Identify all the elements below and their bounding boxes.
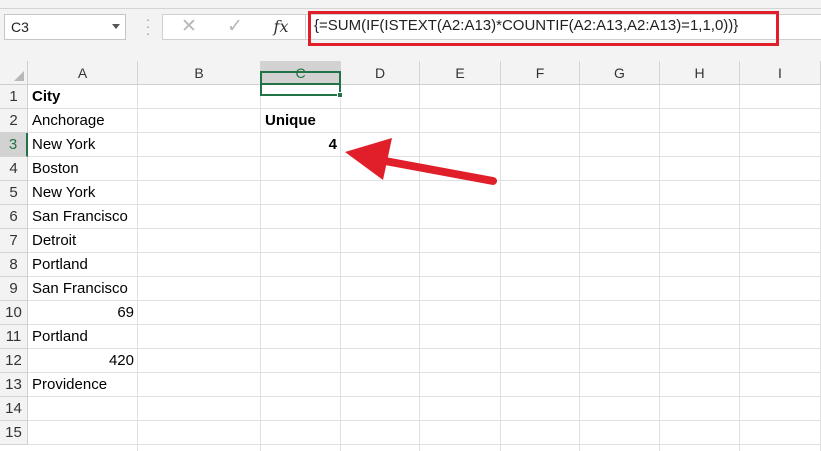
gridline-horizontal [28, 372, 821, 373]
cell-a1[interactable]: City [28, 85, 138, 109]
row-header-10[interactable]: 10 [0, 301, 28, 325]
spreadsheet-grid[interactable]: A B C D E F G H I 1 2 3 4 5 6 7 8 9 10 11 12 13 14 15 City Anchor… [0, 61, 821, 451]
cell-a9[interactable]: San Francisco [28, 277, 168, 301]
row-header-5[interactable]: 5 [0, 181, 28, 205]
name-box-value: C3 [11, 19, 29, 35]
cell-a7[interactable]: Detroit [28, 229, 138, 253]
cancel-icon[interactable]: ✕ [169, 15, 209, 39]
cell-c3[interactable]: 4 [261, 133, 341, 157]
chevron-down-icon[interactable] [112, 24, 120, 29]
row-header-4[interactable]: 4 [0, 157, 28, 181]
row-header-15[interactable]: 15 [0, 421, 28, 445]
formula-buttons: ✕ ✓ fx [162, 14, 306, 40]
resize-handle-icon[interactable]: · · · [145, 12, 151, 40]
ribbon-edge [0, 0, 821, 9]
cell-a10[interactable]: 69 [28, 301, 138, 325]
column-header-g[interactable]: G [580, 61, 660, 85]
select-all-icon [14, 71, 24, 81]
row-header-1[interactable]: 1 [0, 85, 28, 109]
row-header-12[interactable]: 12 [0, 349, 28, 373]
fill-handle[interactable] [337, 92, 343, 98]
row-header-9[interactable]: 9 [0, 277, 28, 301]
cell-a6[interactable]: San Francisco [28, 205, 168, 229]
cell-a5[interactable]: New York [28, 181, 138, 205]
gridline-horizontal [28, 132, 821, 133]
gridline-horizontal [28, 324, 821, 325]
cell-a4[interactable]: Boston [28, 157, 138, 181]
gridline-horizontal [28, 444, 821, 445]
cell-a13[interactable]: Providence [28, 373, 138, 397]
column-header-a[interactable]: A [28, 61, 138, 85]
column-header-h[interactable]: H [660, 61, 740, 85]
row-header-8[interactable]: 8 [0, 253, 28, 277]
column-header-f[interactable]: F [501, 61, 580, 85]
gridline-horizontal [28, 420, 821, 421]
row-header-7[interactable]: 7 [0, 229, 28, 253]
column-header-b[interactable]: B [138, 61, 261, 85]
insert-function-icon[interactable]: fx [261, 15, 301, 39]
cell-a11[interactable]: Portland [28, 325, 138, 349]
row-header-6[interactable]: 6 [0, 205, 28, 229]
column-header-i[interactable]: I [740, 61, 821, 85]
column-header-d[interactable]: D [341, 61, 420, 85]
gridline-horizontal [28, 156, 821, 157]
active-cell-border [260, 71, 341, 96]
cell-a3[interactable]: New York [28, 133, 138, 157]
row-header-2[interactable]: 2 [0, 109, 28, 133]
row-header-3[interactable]: 3 [0, 133, 28, 157]
cell-a8[interactable]: Portland [28, 253, 138, 277]
row-header-11[interactable]: 11 [0, 325, 28, 349]
gridline-horizontal [28, 252, 821, 253]
cell-c2[interactable]: Unique [261, 109, 341, 133]
row-header-13[interactable]: 13 [0, 373, 28, 397]
gridline-horizontal [28, 180, 821, 181]
cell-a2[interactable]: Anchorage [28, 109, 138, 133]
name-box[interactable]: C3 [4, 14, 126, 40]
gridline-horizontal [28, 108, 821, 109]
gridline-horizontal [28, 396, 821, 397]
enter-icon[interactable]: ✓ [215, 15, 255, 39]
row-header-14[interactable]: 14 [0, 397, 28, 421]
select-all-button[interactable] [0, 61, 28, 85]
gridline-horizontal [28, 348, 821, 349]
column-header-e[interactable]: E [420, 61, 501, 85]
cell-a12[interactable]: 420 [28, 349, 138, 373]
formula-highlight-box [308, 11, 779, 46]
